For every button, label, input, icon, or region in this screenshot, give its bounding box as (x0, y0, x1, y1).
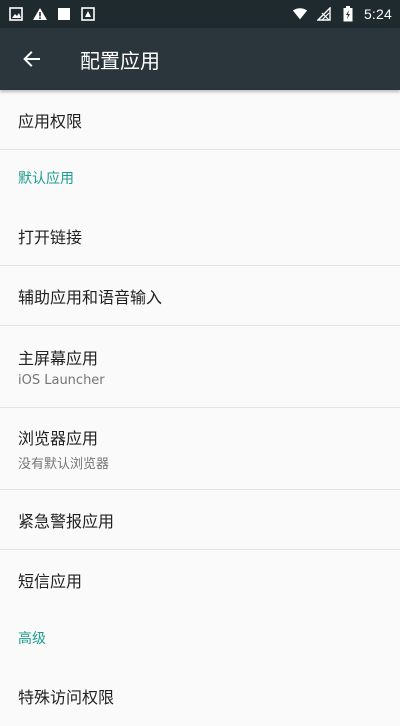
item-label: 应用权限 (18, 111, 83, 131)
notification-icons (8, 7, 96, 21)
browser-app-item[interactable]: 浏览器应用 没有默认浏览器 (0, 408, 400, 490)
settings-list: 应用权限 默认应用 打开链接 辅助应用和语音输入 主屏幕应用 iOS Launc… (0, 90, 400, 726)
item-label: 紧急警报应用 (18, 511, 115, 531)
item-label: 打开链接 (18, 227, 83, 247)
assist-voice-input-item[interactable]: 辅助应用和语音输入 (0, 266, 400, 326)
arrow-back-icon (23, 51, 40, 67)
item-label: 辅助应用和语音输入 (18, 287, 163, 307)
item-label: 浏览器应用 (18, 429, 99, 448)
item-summary: iOS Launcher (18, 373, 105, 388)
item-summary: 没有默认浏览器 (18, 457, 110, 472)
no-signal-icon (316, 7, 332, 21)
home-app-item[interactable]: 主屏幕应用 iOS Launcher (0, 326, 400, 408)
sms-app-item[interactable]: 短信应用 (0, 550, 400, 610)
wifi-icon (292, 7, 308, 21)
emergency-alerts-item[interactable]: 紧急警报应用 (0, 490, 400, 550)
status-bar: 5:24 (0, 0, 400, 28)
open-links-item[interactable]: 打开链接 (0, 206, 400, 266)
section-label: 默认应用 (18, 171, 74, 187)
image-notification-icon (8, 7, 24, 21)
advanced-section-header: 高级 (0, 610, 400, 666)
page-title: 配置应用 (80, 48, 160, 73)
item-label: 主屏幕应用 (18, 349, 99, 368)
item-label: 特殊访问权限 (18, 688, 115, 707)
default-apps-section-header: 默认应用 (0, 150, 400, 206)
status-time: 5:24 (363, 6, 392, 22)
app-permissions-item[interactable]: 应用权限 (0, 90, 400, 150)
special-access-item[interactable]: 特殊访问权限 (0, 666, 400, 726)
battery-charging-icon (340, 6, 356, 22)
app-bar: 配置应用 (0, 28, 400, 90)
back-button[interactable] (18, 45, 46, 73)
blank-notification-icon (56, 7, 72, 21)
sim-notification-icon (80, 7, 96, 21)
warning-icon (32, 7, 48, 21)
item-label: 短信应用 (18, 572, 83, 591)
section-label: 高级 (18, 631, 46, 647)
